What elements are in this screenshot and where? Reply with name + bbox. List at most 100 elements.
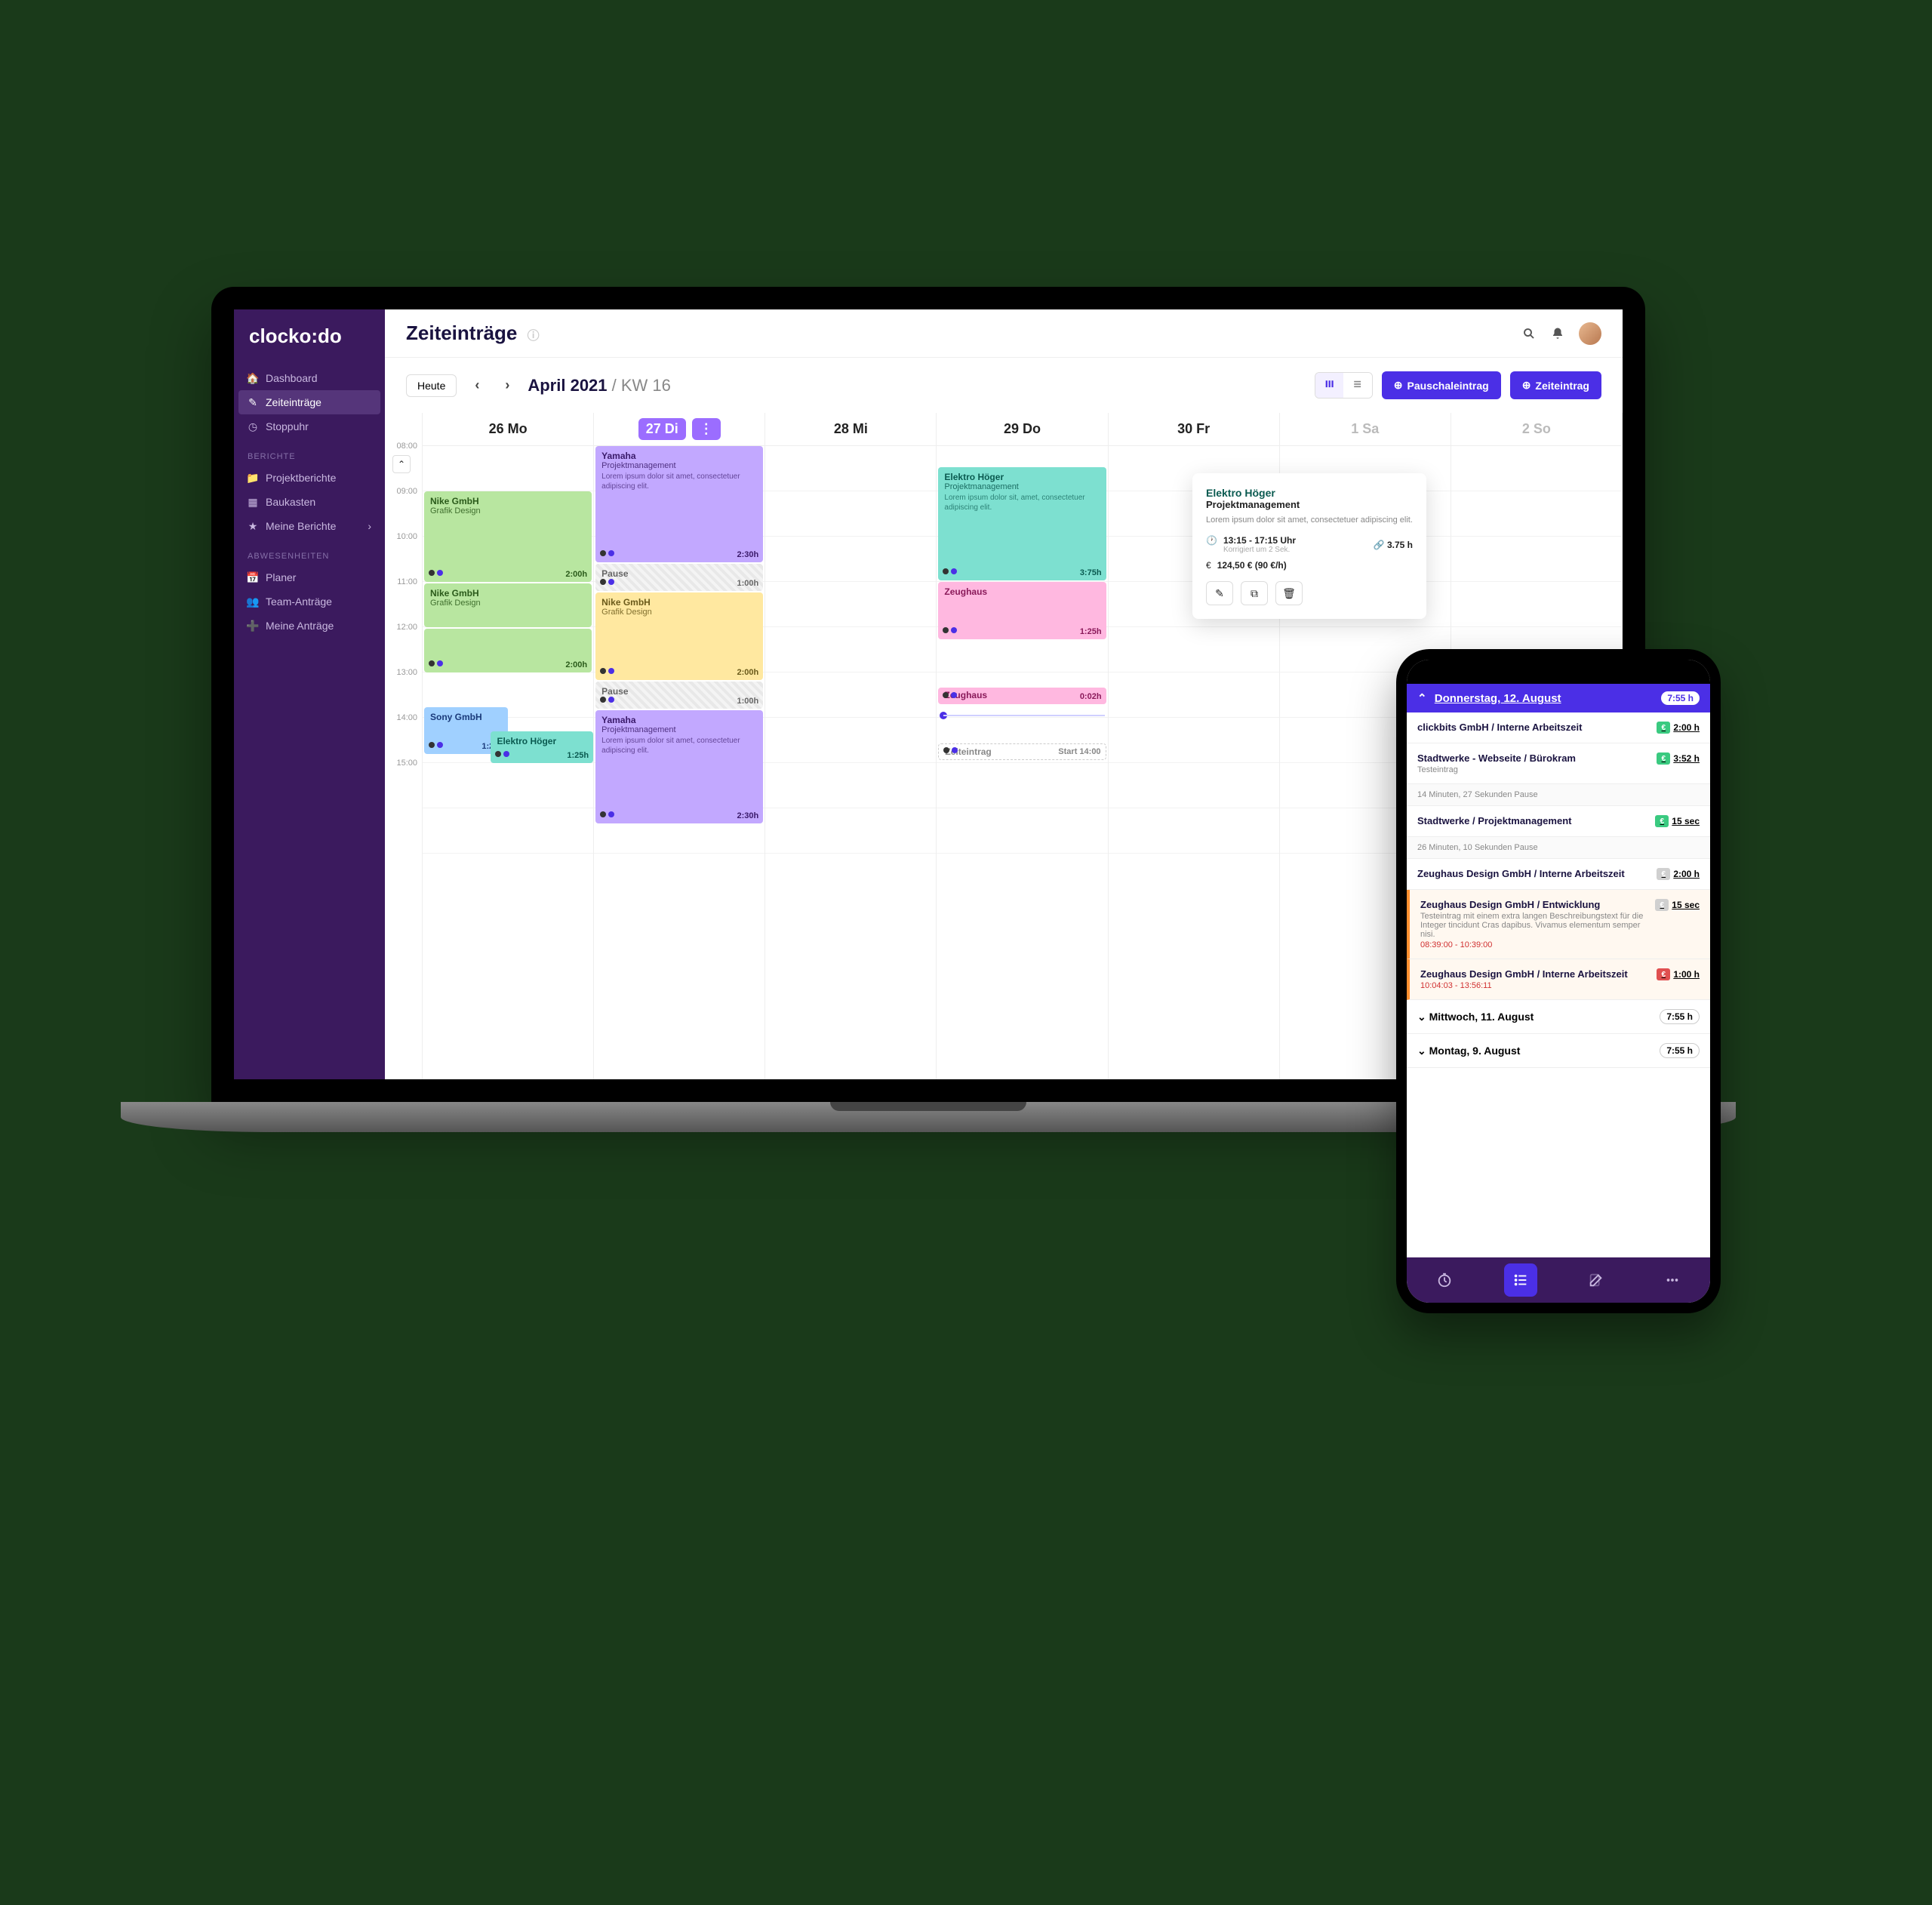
sidebar-item-dashboard[interactable]: 🏠Dashboard [234, 366, 385, 390]
view-list[interactable] [1343, 373, 1371, 397]
hour-label: 09:00 [385, 487, 422, 532]
day-header[interactable]: 2 So [1451, 413, 1622, 446]
euro-badge: € [1655, 899, 1669, 911]
today-button[interactable]: Heute [406, 374, 457, 397]
folder-icon: 📁 [248, 472, 258, 483]
calendar-event[interactable]: Elektro Höger1:25h [491, 731, 593, 763]
hour-label: 15:00 [385, 759, 422, 804]
link-icon: 🔗 [1374, 540, 1385, 550]
plus-icon: ⊕ [1394, 379, 1403, 392]
sidebar-item-projektberichte[interactable]: 📁Projektberichte [234, 466, 385, 490]
nav-clock[interactable] [1428, 1263, 1461, 1297]
avatar[interactable] [1579, 322, 1601, 345]
euro-badge: € [1657, 968, 1670, 980]
calendar-event[interactable]: 2:00h [424, 629, 592, 672]
day-column: 26 MoNike GmbHGrafik Design2:00hNike Gmb… [423, 413, 594, 1079]
calendar-event[interactable]: ZeiteintragStart 14:00 [938, 743, 1106, 760]
time-entry[interactable]: Zeughaus Design GmbH / Interne Arbeitsze… [1407, 959, 1710, 1000]
nav-edit[interactable] [1580, 1263, 1613, 1297]
day-header[interactable]: 30 Fr [1109, 413, 1279, 446]
sidebar-item-team-anträge[interactable]: 👥Team-Anträge [234, 589, 385, 614]
clock-icon: ◷ [248, 421, 258, 432]
phone-nav [1407, 1257, 1710, 1303]
sidebar-item-meine-berichte[interactable]: ★Meine Berichte› [234, 514, 385, 538]
star-icon: ★ [248, 521, 258, 531]
time-entry[interactable]: Stadtwerke - Webseite / BürokramTesteint… [1407, 743, 1710, 784]
nav-list[interactable] [1504, 1263, 1537, 1297]
calendar-event[interactable]: YamahaProjektmanagementLorem ipsum dolor… [595, 446, 763, 562]
phone-header[interactable]: ⌃ Donnerstag, 12. August 7:55 h [1407, 684, 1710, 712]
bell-icon[interactable] [1550, 326, 1565, 341]
view-columns[interactable] [1315, 373, 1343, 397]
nav-more[interactable] [1656, 1263, 1689, 1297]
page-title: Zeiteinträge ⓘ [406, 322, 540, 345]
time-entry[interactable]: Zeughaus Design GmbH / EntwicklungTestei… [1407, 890, 1710, 959]
home-icon: 🏠 [248, 373, 258, 383]
euro-badge: € [1655, 815, 1669, 827]
sidebar-item-meine-anträge[interactable]: ➕Meine Anträge [234, 614, 385, 638]
day-header[interactable]: 26 Mo [423, 413, 593, 446]
calendar-event[interactable]: Zeughaus0:02h [938, 688, 1106, 704]
pauschal-button[interactable]: ⊕ Pauschaleintrag [1382, 371, 1501, 399]
euro-badge: € [1657, 722, 1670, 734]
day-column: 28 Mi [765, 413, 937, 1079]
chevron-up-icon: ⌃ [1417, 692, 1427, 705]
euro-icon: € [1206, 560, 1211, 571]
time-entry[interactable]: clickbits GmbH / Interne Arbeitszeit€2:0… [1407, 712, 1710, 743]
day-header[interactable]: 29 Do [937, 413, 1107, 446]
time-entry[interactable]: Stadtwerke / Projektmanagement€15 sec [1407, 806, 1710, 837]
day-column: 29 Do Elektro HögerProjektmanagementLorem… [937, 413, 1108, 1079]
copy-button[interactable]: ⧉ [1241, 581, 1268, 605]
grid-icon: ▦ [248, 497, 258, 507]
calendar-event[interactable]: Pause1:00h [595, 682, 763, 709]
day-header[interactable]: 27 Di⋮ [594, 413, 764, 446]
pause-row: 26 Minuten, 10 Sekunden Pause [1407, 837, 1710, 859]
phone-mockup: ⌃ Donnerstag, 12. August 7:55 h clickbit… [1396, 649, 1721, 1313]
prev-button[interactable]: ‹ [467, 376, 487, 395]
hour-label: 11:00 [385, 577, 422, 623]
calendar-event[interactable]: Nike GmbHGrafik Design2:00h [595, 592, 763, 680]
sidebar-item-stoppuhr[interactable]: ◷Stoppuhr [234, 414, 385, 439]
sidebar-section-header: ABWESENHEITEN [234, 538, 385, 565]
collapsed-day[interactable]: ⌄ Montag, 9. August7:55 h [1407, 1034, 1710, 1068]
day-header[interactable]: 1 Sa [1280, 413, 1451, 446]
calendar-event[interactable]: Zeughaus1:25h [938, 582, 1106, 639]
next-button[interactable]: › [497, 376, 517, 395]
search-icon[interactable] [1521, 326, 1537, 341]
delete-button[interactable]: 🗑 [1275, 581, 1303, 605]
sidebar-item-zeiteinträge[interactable]: ✎Zeiteinträge [238, 390, 380, 414]
logo: clocko:do [234, 325, 385, 366]
calendar-event[interactable]: Nike GmbHGrafik Design [424, 583, 592, 627]
pause-row: 14 Minuten, 27 Sekunden Pause [1407, 784, 1710, 806]
day-header[interactable]: 28 Mi [765, 413, 936, 446]
view-toggle [1315, 372, 1373, 398]
sidebar: clocko:do 🏠Dashboard✎Zeiteinträge◷Stoppu… [234, 309, 385, 1079]
hour-label: 12:00 [385, 623, 422, 668]
day-menu-icon[interactable]: ⋮ [692, 418, 721, 440]
calendar-event[interactable]: Elektro HögerProjektmanagementLorem ipsu… [938, 467, 1106, 580]
chevron-down-icon: ⌄ [1417, 1045, 1426, 1057]
info-icon[interactable]: ⓘ [528, 330, 540, 343]
euro-badge: € [1657, 868, 1670, 880]
popover-desc: Lorem ipsum dolor sit amet, consectetuer… [1206, 515, 1413, 526]
chevron-down-icon: ⌄ [1417, 1011, 1426, 1023]
team-icon: 👥 [248, 596, 258, 607]
sidebar-item-baukasten[interactable]: ▦Baukasten [234, 490, 385, 514]
clock-icon: 🕐 [1206, 535, 1217, 546]
plus-icon: ⊕ [1522, 379, 1531, 392]
collapsed-day[interactable]: ⌄ Mittwoch, 11. August7:55 h [1407, 1000, 1710, 1034]
time-entry[interactable]: Zeughaus Design GmbH / Interne Arbeitsze… [1407, 859, 1710, 890]
collapse-button[interactable]: ⌃ [392, 455, 411, 473]
hour-label: 10:00 [385, 532, 422, 577]
sidebar-item-planer[interactable]: 📅Planer [234, 565, 385, 589]
calendar-event[interactable]: Pause1:00h [595, 564, 763, 591]
edit-button[interactable]: ✎ [1206, 581, 1233, 605]
calendar-event[interactable]: YamahaProjektmanagementLorem ipsum dolor… [595, 710, 763, 823]
zeiteintrag-button[interactable]: ⊕ Zeiteintrag [1510, 371, 1601, 399]
chevron-right-icon: › [368, 520, 371, 532]
calendar-event[interactable]: Nike GmbHGrafik Design2:00h [424, 491, 592, 582]
event-popover: Elektro Höger Projektmanagement Lorem ip… [1192, 473, 1426, 619]
popover-sub: Projektmanagement [1206, 499, 1413, 510]
hour-label: 13:00 [385, 668, 422, 713]
time-column: 08:0009:0010:0011:0012:0013:0014:0015:00 [385, 413, 423, 1079]
